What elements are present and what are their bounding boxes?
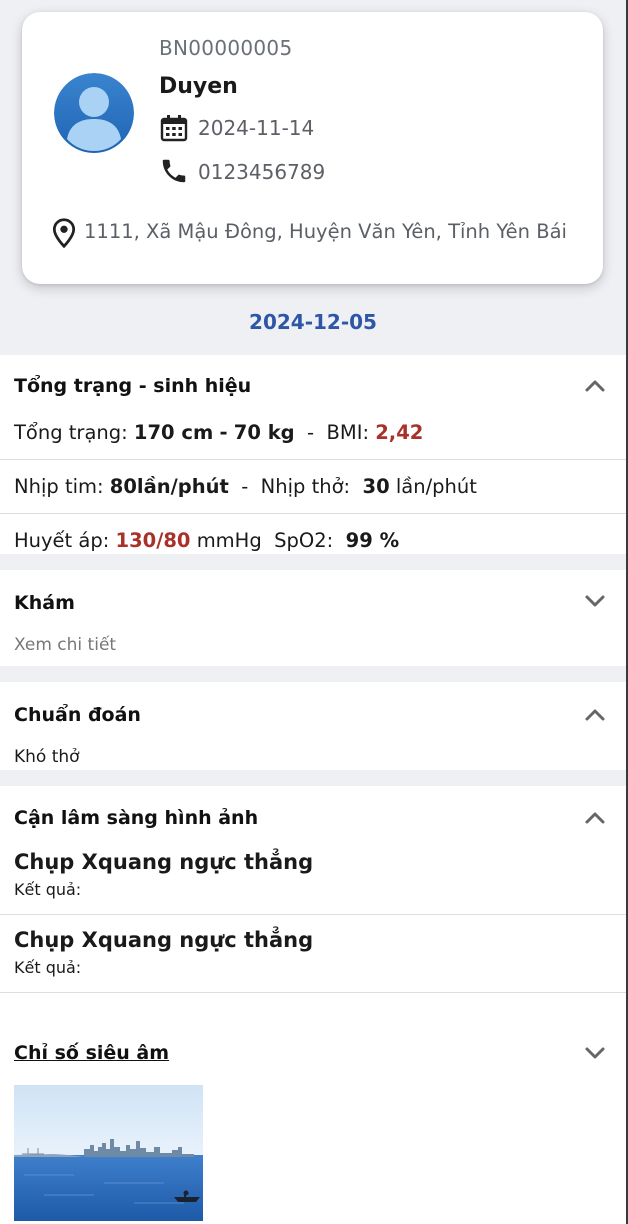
respiratory-rate-value: 30 [362, 475, 390, 498]
bmi-value: 2,42 [375, 421, 424, 444]
location-pin-icon [50, 218, 78, 249]
chevron-up-icon[interactable] [582, 373, 608, 399]
height-value: 170 cm [133, 421, 214, 444]
imaging-item-result-label: Kết quả: [14, 880, 82, 899]
blood-pressure-value: 130/80 [115, 529, 191, 552]
calendar-icon [159, 113, 189, 143]
patient-phone[interactable]: 0123456789 [198, 160, 325, 184]
patient-name: Duyen [159, 74, 238, 99]
imaging-section: Cận lâm sàng hình ảnh Chụp Xquang ngực t… [0, 786, 626, 1224]
ultrasound-title[interactable]: Chỉ số siêu âm [14, 1042, 169, 1064]
weight-value: 70 kg [233, 421, 295, 444]
user-avatar-icon [54, 73, 134, 153]
chevron-down-icon[interactable] [582, 588, 608, 614]
divider [0, 459, 626, 460]
exam-title: Khám [14, 592, 75, 614]
general-status-line: Tổng trạng: 170 cm - 70 kg - BMI: 2,42 [14, 421, 424, 444]
divider [0, 513, 626, 514]
imaging-item-name[interactable]: Chụp Xquang ngực thẳng [14, 850, 313, 874]
ultrasound-thumbnail-image[interactable] [14, 1085, 203, 1221]
chevron-up-icon[interactable] [582, 805, 608, 831]
diagnosis-value: Khó thở [14, 747, 80, 767]
vitals-section: Tổng trạng - sinh hiệu Tổng trạng: 170 c… [0, 355, 626, 554]
patient-card: BN00000005 Duyen 2024-11-14 0123456789 1… [22, 12, 603, 284]
spo2-value: 99 % [345, 529, 400, 552]
phone-icon [159, 156, 189, 186]
diagnosis-section: Chuẩn đoán Khó thở [0, 682, 626, 770]
exam-section[interactable]: Khám Xem chi tiết [0, 570, 626, 666]
heart-rate-line: Nhịp tim: 80lần/phút - Nhịp thở: 30 lần/… [14, 475, 477, 498]
imaging-item-name[interactable]: Chụp Xquang ngực thẳng [14, 928, 313, 952]
blood-pressure-line: Huyết áp: 130/80 mmHg SpO2: 99 % [14, 529, 400, 552]
patient-address: 1111, Xã Mậu Đông, Huyện Văn Yên, Tỉnh Y… [84, 220, 567, 243]
imaging-item-result-label: Kết quả: [14, 958, 82, 977]
divider [0, 914, 626, 915]
patient-id: BN00000005 [159, 36, 293, 60]
divider [0, 992, 626, 993]
chevron-down-icon[interactable] [582, 1040, 608, 1066]
vitals-title: Tổng trạng - sinh hiệu [14, 375, 252, 397]
heart-rate-value: 80lần/phút [109, 475, 229, 498]
exam-detail-link[interactable]: Xem chi tiết [14, 635, 116, 655]
patient-dob: 2024-11-14 [198, 116, 315, 140]
chevron-up-icon[interactable] [582, 702, 608, 728]
diagnosis-title: Chuẩn đoán [14, 704, 141, 726]
imaging-title: Cận lâm sàng hình ảnh [14, 807, 259, 829]
visit-date[interactable]: 2024-12-05 [0, 310, 626, 334]
